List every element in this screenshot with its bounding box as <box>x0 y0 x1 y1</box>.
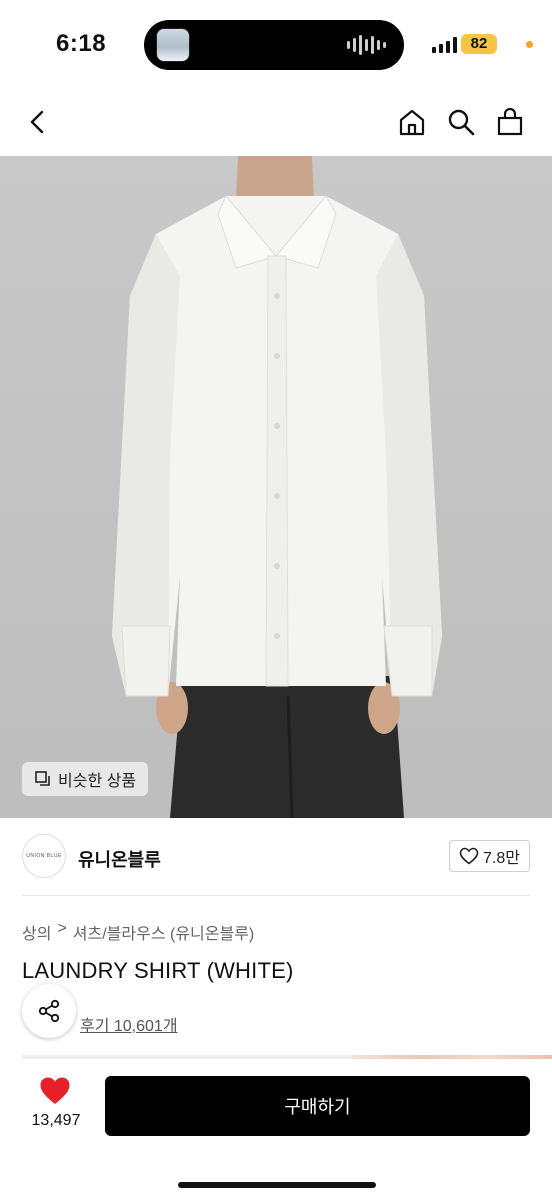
bottom-bar: 13,497 구매하기 <box>0 1060 552 1200</box>
brand-logo-text: UNION BLUE <box>26 853 62 859</box>
chevron-left-icon <box>30 110 44 134</box>
heart-outline-icon <box>459 847 479 865</box>
product-image[interactable] <box>0 156 552 818</box>
brand-row: UNION BLUE 유니온블루 7.8만 <box>22 834 530 880</box>
similar-products-button[interactable]: 비슷한 상품 <box>22 762 149 796</box>
shopping-bag-icon <box>497 107 523 136</box>
copy-icon <box>35 771 50 786</box>
breadcrumb-category[interactable]: 상의 <box>22 920 51 944</box>
privacy-indicator-dot <box>526 41 533 48</box>
share-icon <box>38 999 60 1023</box>
cart-button[interactable] <box>492 104 528 140</box>
divider <box>22 895 530 896</box>
battery-indicator: 82 <box>461 34 497 54</box>
search-button[interactable] <box>443 104 479 140</box>
buy-button-label: 구매하기 <box>284 1097 351 1117</box>
search-icon <box>448 109 475 136</box>
content-strip <box>22 1055 352 1059</box>
content-strip-image <box>352 1055 552 1059</box>
brand-logo[interactable]: UNION BLUE <box>22 834 66 878</box>
favorite-count: 13,497 <box>31 1112 81 1129</box>
back-button[interactable] <box>20 104 56 140</box>
similar-products-label: 비슷한 상품 <box>58 773 137 790</box>
status-time: 6:18 <box>56 30 107 57</box>
buy-button[interactable]: 구매하기 <box>105 1076 530 1136</box>
home-icon <box>399 109 425 136</box>
heart-filled-icon[interactable] <box>39 1076 71 1106</box>
brand-like-count: 7.8만 <box>483 850 520 867</box>
signal-icon <box>432 37 457 53</box>
home-indicator <box>178 1182 376 1188</box>
audio-wave-icon <box>347 34 386 56</box>
share-button[interactable] <box>22 984 76 1038</box>
brand-like-button[interactable]: 7.8만 <box>449 840 530 872</box>
breadcrumb-separator: > <box>57 920 67 937</box>
shirt-photo <box>112 156 442 818</box>
nav-bar <box>0 90 552 156</box>
home-button[interactable] <box>394 104 430 140</box>
breadcrumb-subcategory[interactable]: 셔츠/블라우스 (유니온블루) <box>73 920 254 944</box>
product-title: LAUNDRY SHIRT (WHITE) <box>22 958 294 983</box>
dynamic-island <box>144 20 404 70</box>
reviews-link[interactable]: 후기 10,601개 <box>80 1012 178 1036</box>
breadcrumb: 상의 > 셔츠/블라우스 (유니온블루) <box>22 920 254 944</box>
brand-name[interactable]: 유니온블루 <box>78 846 161 872</box>
now-playing-thumbnail <box>156 28 190 62</box>
status-bar: 6:18 82 <box>0 0 552 90</box>
